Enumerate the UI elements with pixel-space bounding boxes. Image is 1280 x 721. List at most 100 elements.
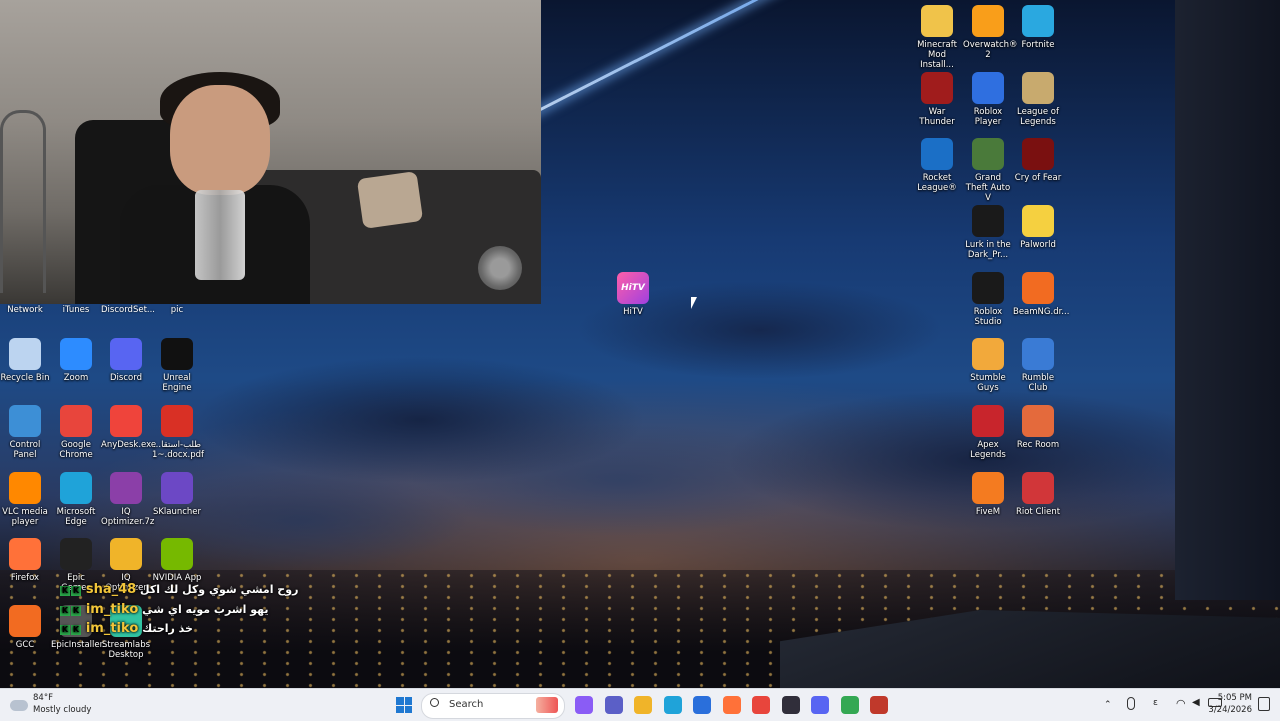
desktop-icon-apex[interactable]: Apex Legends [963,405,1013,460]
desktop-icon-label: SKlauncher [152,507,202,517]
weather-temp[interactable]: 84°F [33,693,53,703]
desktop-icon-fivem[interactable]: FiveM [963,472,1013,517]
desktop-icon-beamng[interactable]: BeamNG.dr... [1013,272,1069,317]
desktop-icon-gta[interactable]: Grand Theft Auto V [963,138,1013,203]
desktop-icon-gcc[interactable]: GCC [0,605,50,650]
desktop-icon-unreal-engine[interactable]: Unreal Engine [152,338,202,393]
copilot-icon[interactable] [575,696,593,714]
webcam-microphone [478,246,522,290]
desktop-icon-label: Riot Client [1015,507,1061,517]
desktop-icon-edge[interactable]: Microsoft Edge [51,472,101,527]
chat-text: روح امشي شوي وكل لك اكل [140,583,299,596]
desktop-icon-sklauncher[interactable]: SKlauncher [152,472,202,517]
obs-icon[interactable] [781,696,800,714]
lurk-icon [972,205,1004,237]
edge-icon[interactable] [663,696,682,714]
fortnite-icon [1022,5,1054,37]
desktop-icon-discord[interactable]: Discord [101,338,151,383]
webcam-pillow [356,171,424,229]
chevron-up-icon[interactable]: ⌃ [1104,700,1112,710]
clock-time[interactable]: 5:05 PM [1206,693,1252,703]
war-thunder-icon [921,72,953,104]
discord-icon[interactable] [811,696,829,714]
desktop-icon-label: Grand Theft Auto V [965,173,1011,203]
desktop-icon-label: Google Chrome [59,440,93,460]
desktop-icon-war-thunder[interactable]: War Thunder [912,72,962,127]
desktop-icon-rocket-league[interactable]: Rocket League® [912,138,962,193]
desktop-icon-anydesk[interactable]: AnyDesk.exe [101,405,156,450]
edge-icon [60,472,92,504]
apex-icon [972,405,1004,437]
desktop-icon-label: Roblox Studio [973,307,1003,327]
desktop-icon-pdf[interactable]: طلب-استقا... ~1.docx.pdf [152,405,204,460]
desktop-icon-hitv[interactable]: HiTV HiTV [608,272,658,317]
sklauncher-icon [161,472,193,504]
desktop-icon-folder[interactable]: Minecraft Mod Install... [912,5,962,70]
firefox-icon[interactable] [722,696,741,714]
unreal-engine-icon [161,338,193,370]
desktop-icon-label: VLC media player [2,507,48,527]
search-highlight-icon [536,697,558,713]
desktop-icon-lurk[interactable]: Lurk in the Dark_Pr... [963,205,1013,260]
chat-badge-icon: K [60,586,70,596]
desktop-label-network[interactable]: Network [0,305,50,315]
wifi-icon[interactable]: ◠ [1176,697,1186,710]
desktop-icon-stumble-guys[interactable]: Stumble Guys [963,338,1013,393]
desktop-icon-nvidia[interactable]: NVIDIA App [152,538,202,583]
desktop-icon-overwatch[interactable]: Overwatch® 2 [963,5,1018,60]
desktop-icon-roblox-studio[interactable]: Roblox Studio [963,272,1013,327]
desktop-icon-label: Fortnite [1021,40,1055,50]
wallpaper-building [1175,0,1280,600]
desktop-icon-firefox[interactable]: Firefox [0,538,50,583]
desktop-icon-fortnite[interactable]: Fortnite [1013,5,1063,50]
clock-date[interactable]: 3/24/2026 [1200,705,1252,715]
desktop-icon-vlc[interactable]: VLC media player [0,472,50,527]
search-icon [430,698,439,707]
weather-widget[interactable] [10,695,30,715]
desktop-label-pic[interactable]: pic [152,305,202,315]
rocket-league-icon [921,138,953,170]
desktop-icon-label: HiTV [623,307,643,317]
taskbar-search[interactable]: Search [421,693,565,719]
chrome-icon[interactable] [752,696,770,714]
desktop-icon-riot[interactable]: Riot Client [1013,472,1063,517]
language-indicator[interactable]: ε [1153,698,1158,708]
desktop-icon-chrome[interactable]: Google Chrome [51,405,101,460]
desktop-icon-label: Firefox [10,573,40,583]
file-explorer-icon[interactable] [634,696,652,714]
desktop-icon-label: FiveM [975,507,1001,517]
desktop-icon-zoom[interactable]: Zoom [51,338,101,383]
microphone-icon[interactable] [1127,697,1135,710]
desktop-icon-cry-of-fear[interactable]: Cry of Fear [1013,138,1063,183]
desktop-icon-label: Streamlabs Desktop [101,640,151,660]
desktop-icon-rec-room[interactable]: Rec Room [1013,405,1063,450]
chrome-profile-icon[interactable] [840,696,859,714]
desktop-icon-label: Apex Legends [970,440,1006,460]
webcam-cup [195,190,245,280]
desktop-icon-palworld[interactable]: Palworld [1013,205,1063,250]
desktop-icon-label: Discord [110,373,142,383]
mouse-cursor-icon [691,297,697,309]
start-button[interactable] [396,697,412,713]
stumble-guys-icon [972,338,1004,370]
speaker-icon[interactable]: ◀ [1192,697,1200,708]
desktop-icon-league[interactable]: League of Legends [1013,72,1063,127]
desktop-icon-label: Stumble Guys [970,373,1006,393]
desktop-icon-rumble-club[interactable]: Rumble Club [1013,338,1063,393]
desktop-icon-label: EpicInstaller... [51,640,111,650]
teams-icon[interactable] [604,696,623,714]
desktop-label-itunes[interactable]: iTunes [51,305,101,315]
desktop-icon-roblox[interactable]: Roblox Player [963,72,1013,127]
desktop-label-discordsetup[interactable]: DiscordSet... [101,305,155,315]
cloud-icon [10,700,28,711]
league-icon [1022,72,1054,104]
notification-bell-icon[interactable] [1258,697,1270,711]
desktop-icon-archive[interactable]: IQ Optimizer.7z [101,472,154,527]
store-icon[interactable] [693,696,711,714]
desktop-icon-recycle-bin[interactable]: Recycle Bin [0,338,50,383]
app-icon[interactable] [870,696,888,714]
overwatch-icon [972,5,1004,37]
webcam-person-head [170,85,270,195]
weather-condition[interactable]: Mostly cloudy [33,705,91,715]
desktop-icon-control-panel[interactable]: Control Panel [0,405,50,460]
